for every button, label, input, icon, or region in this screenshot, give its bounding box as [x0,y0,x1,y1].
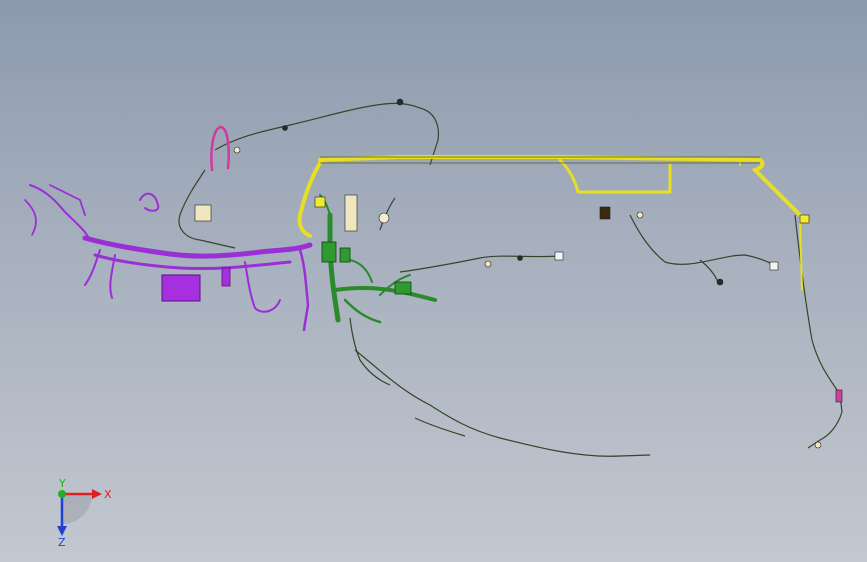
purple-right-down [298,248,310,332]
purple-left-cluster [29,184,91,241]
purple-connector-block [161,274,201,302]
yellow-harness [297,155,803,291]
purple-down-b [109,254,116,299]
y-axis-label: Y [58,478,66,490]
yellow-trunk-top [318,155,802,217]
tan-ring [378,212,390,224]
dark-connector-a [599,206,611,220]
yellow-inner-loop [558,158,672,194]
z-axis-label: Z [58,536,66,548]
wire-mid-small [699,259,719,283]
green-box-a [321,241,337,263]
wire-lower-branch [414,417,466,437]
node-h [814,441,822,449]
node-c [233,146,241,154]
node-d [517,255,523,261]
x-axis-label: X [104,488,112,501]
green-harness [319,194,437,324]
node-a [396,98,404,106]
magenta-loop [210,125,230,172]
purple-main-trunk [82,235,313,259]
purple-left-branch-a [24,199,37,236]
green-trunk-vertical [327,212,341,323]
yellow-connector-a [314,196,326,208]
connectors [194,98,843,449]
wire-right-drop [629,214,779,269]
purple-down-a [84,249,101,286]
white-connector-a [769,261,779,271]
wire-lower-long [354,349,651,457]
node-b [282,125,288,131]
wire-right-vertical [794,214,843,449]
green-box-b [339,247,351,263]
triad-shadow [62,494,92,524]
node-f [484,260,492,268]
magenta-connector [835,389,843,403]
yellow-connector-b [799,214,810,224]
node-g [636,211,644,219]
wire-center-right [399,255,561,273]
wiring-harness-model[interactable] [0,0,867,562]
cad-viewport[interactable]: X Y Z [0,0,867,562]
coordinate-triad: X Y Z [57,478,112,548]
y-axis-dot [58,490,66,498]
yellow-lower-right [799,219,803,291]
white-connector-b [554,251,564,261]
tan-connector-a [344,194,358,232]
green-box-c [394,281,412,295]
x-axis-arrow [92,489,102,499]
purple-upper-loop [139,192,160,212]
z-axis-arrow [57,526,67,536]
purple-connector-small [221,267,231,287]
tan-connector-b [194,204,212,222]
purple-down-c [244,261,281,313]
green-branch-b [349,259,373,283]
node-e [716,278,724,286]
